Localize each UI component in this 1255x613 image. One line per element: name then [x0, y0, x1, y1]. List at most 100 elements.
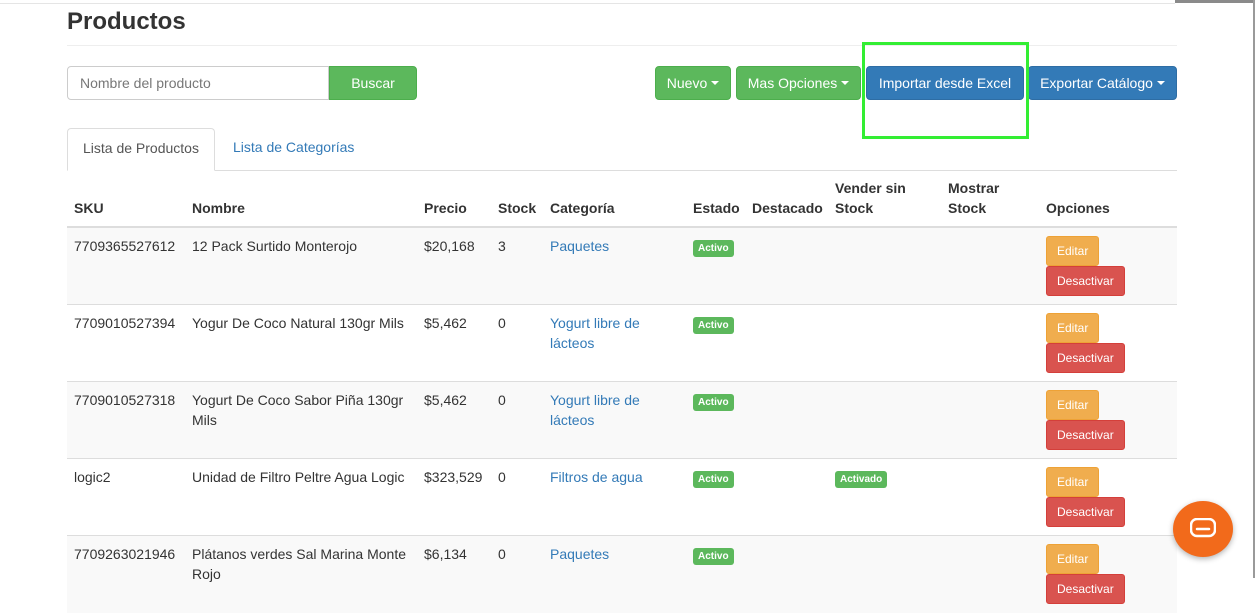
table-row: 7709010527394 Yogur De Coco Natural 130g…: [67, 304, 1177, 382]
category-link[interactable]: Paquetes: [550, 238, 609, 254]
cell-mostrar-stock: [941, 535, 1039, 613]
edit-button[interactable]: Editar: [1046, 544, 1100, 574]
caret-down-icon: [841, 81, 850, 85]
cell-stock: 3: [491, 226, 543, 305]
status-badge: Activo: [693, 240, 734, 257]
status-badge: Activo: [693, 548, 734, 565]
edit-button[interactable]: Editar: [1046, 236, 1100, 266]
cell-precio: $323,529: [417, 458, 491, 536]
col-header-vender-sin-stock: Vender sin Stock: [828, 170, 941, 228]
search-input[interactable]: [67, 66, 329, 100]
cell-opciones: Editar Desactivar: [1039, 304, 1177, 382]
deactivate-button[interactable]: Desactivar: [1046, 343, 1125, 373]
cell-opciones: Editar Desactivar: [1039, 226, 1177, 305]
highlight-box: [862, 42, 1029, 139]
col-header-mostrar-stock: Mostrar Stock: [941, 170, 1039, 228]
caret-down-icon: [711, 81, 720, 85]
cell-vender-sin-stock: [828, 381, 941, 459]
nuevo-button[interactable]: Nuevo: [655, 66, 731, 100]
col-header-nombre: Nombre: [185, 170, 417, 228]
exportar-catalogo-button[interactable]: Exportar Catálogo: [1028, 66, 1177, 100]
edit-button[interactable]: Editar: [1046, 467, 1100, 497]
cell-nombre: Yogur De Coco Natural 130gr Mils: [185, 304, 417, 382]
deactivate-button[interactable]: Desactivar: [1046, 497, 1125, 527]
status-badge: Activo: [693, 394, 734, 411]
chat-widget-button[interactable]: [1173, 501, 1233, 557]
cell-mostrar-stock: [941, 458, 1039, 536]
cell-opciones: Editar Desactivar: [1039, 458, 1177, 536]
top-rule: [0, 3, 1175, 4]
cell-precio: $20,168: [417, 226, 491, 305]
edit-button[interactable]: Editar: [1046, 390, 1100, 420]
category-link[interactable]: Yogurt libre de lácteos: [550, 392, 640, 428]
mas-opciones-label: Mas Opciones: [747, 75, 838, 91]
mas-opciones-button[interactable]: Mas Opciones: [736, 66, 861, 100]
cell-nombre: Yogurt De Coco Sabor Piña 130gr Mils: [185, 381, 417, 459]
cell-destacado: [745, 381, 828, 459]
cell-categoria: Paquetes: [543, 535, 686, 613]
cell-vender-sin-stock: [828, 226, 941, 305]
col-header-destacado: Destacado: [745, 170, 828, 228]
cell-estado: Activo: [686, 304, 745, 382]
cell-mostrar-stock: [941, 304, 1039, 382]
cell-sku: 7709263021946: [67, 535, 185, 613]
col-header-categoria: Categoría: [543, 170, 686, 228]
cell-precio: $5,462: [417, 381, 491, 459]
cell-categoria: Yogurt libre de lácteos: [543, 381, 686, 459]
page-title: Productos: [67, 8, 186, 35]
cell-nombre: Plátanos verdes Sal Marina Monte Rojo: [185, 535, 417, 613]
cell-destacado: [745, 458, 828, 536]
cell-sku: 7709010527394: [67, 304, 185, 382]
deactivate-button[interactable]: Desactivar: [1046, 266, 1125, 296]
cell-estado: Activo: [686, 226, 745, 305]
cell-opciones: Editar Desactivar: [1039, 381, 1177, 459]
cell-categoria: Yogurt libre de lácteos: [543, 304, 686, 382]
deactivate-button[interactable]: Desactivar: [1046, 574, 1125, 604]
category-link[interactable]: Filtros de agua: [550, 469, 643, 485]
cell-destacado: [745, 226, 828, 305]
cell-vender-sin-stock: [828, 304, 941, 382]
table-row: 7709010527318 Yogurt De Coco Sabor Piña …: [67, 381, 1177, 459]
cell-precio: $6,134: [417, 535, 491, 613]
caret-down-icon: [1156, 81, 1165, 85]
status-badge: Activo: [693, 471, 734, 488]
deactivate-button[interactable]: Desactivar: [1046, 420, 1125, 450]
search-button[interactable]: Buscar: [329, 66, 417, 100]
category-link[interactable]: Yogurt libre de lácteos: [550, 315, 640, 351]
col-header-sku: SKU: [67, 170, 185, 228]
tab-lista-productos[interactable]: Lista de Productos: [67, 128, 215, 171]
col-header-precio: Precio: [417, 170, 491, 228]
activado-badge: Activado: [835, 471, 888, 488]
cell-categoria: Filtros de agua: [543, 458, 686, 536]
category-link[interactable]: Paquetes: [550, 546, 609, 562]
tab-label: Lista de Categorías: [233, 139, 355, 155]
cell-stock: 0: [491, 304, 543, 382]
table-header-row: SKU Nombre Precio Stock Categoría Estado…: [67, 170, 1177, 228]
cell-opciones: Editar Desactivar: [1039, 535, 1177, 613]
cell-destacado: [745, 304, 828, 382]
search-button-label: Buscar: [351, 75, 395, 91]
chat-icon: [1190, 518, 1216, 538]
cell-stock: 0: [491, 458, 543, 536]
cell-nombre: Unidad de Filtro Peltre Agua Logic: [185, 458, 417, 536]
nuevo-label: Nuevo: [666, 75, 708, 91]
cell-destacado: [745, 535, 828, 613]
tab-lista-categorias[interactable]: Lista de Categorías: [218, 128, 369, 170]
cell-precio: $5,462: [417, 304, 491, 382]
status-badge: Activo: [693, 317, 734, 334]
cell-mostrar-stock: [941, 381, 1039, 459]
edit-button[interactable]: Editar: [1046, 313, 1100, 343]
col-header-opciones: Opciones: [1039, 170, 1177, 228]
cell-sku: logic2: [67, 458, 185, 536]
col-header-estado: Estado: [686, 170, 745, 228]
cell-vender-sin-stock: [828, 535, 941, 613]
cell-sku: 7709365527612: [67, 226, 185, 305]
cell-estado: Activo: [686, 458, 745, 536]
cell-stock: 0: [491, 535, 543, 613]
exportar-label: Exportar Catálogo: [1040, 75, 1153, 91]
cell-estado: Activo: [686, 535, 745, 613]
table-row: 7709263021946 Plátanos verdes Sal Marina…: [67, 535, 1177, 613]
col-header-stock: Stock: [491, 170, 543, 228]
table-row: logic2 Unidad de Filtro Peltre Agua Logi…: [67, 458, 1177, 536]
cell-nombre: 12 Pack Surtido Monterojo: [185, 226, 417, 305]
